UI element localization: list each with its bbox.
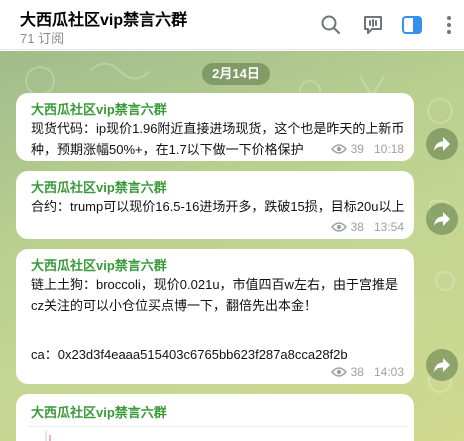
chat-header: 大西瓜社区vip禁言六群 71 订阅: [0, 0, 464, 50]
views-eye-icon: [330, 144, 347, 154]
share-button[interactable]: [426, 349, 458, 381]
message-meta: 38 13:54: [330, 220, 404, 234]
subscriber-count: 71 订阅: [20, 31, 65, 46]
message-bubble[interactable]: 大西瓜社区vip禁言六群 现货代码：ip现价1.96附近直接进场现货，这个也是昨…: [16, 93, 414, 161]
more-icon[interactable]: [436, 12, 462, 38]
sidebar-toggle-icon[interactable]: [399, 12, 425, 38]
message-text: 链上土狗：broccoli，现价0.021u，市值四百w左右，由于宫推是cz关注…: [31, 277, 398, 313]
share-button[interactable]: [426, 203, 458, 235]
contract-address-text: ca：0x23d3f4eaaa515403c6765bb623f287a8cca…: [31, 347, 348, 362]
view-count: 39: [350, 142, 364, 156]
message-meta: 39 10:18: [330, 142, 404, 156]
views-eye-icon: [330, 367, 347, 377]
image-preview[interactable]: [28, 426, 421, 441]
message-time: 13:54: [373, 220, 404, 234]
message-sender[interactable]: 大西瓜社区vip禁言六群: [31, 177, 167, 196]
message-sender[interactable]: 大西瓜社区vip禁言六群: [31, 255, 167, 274]
message-time: 14:03: [373, 365, 404, 379]
date-separator: 2月14日: [202, 63, 270, 85]
view-count: 38: [350, 365, 364, 379]
message-meta: 38 14:03: [330, 365, 404, 379]
message-time: 10:18: [373, 142, 404, 156]
share-arrow-icon: [434, 137, 450, 151]
share-arrow-icon: [434, 212, 450, 226]
channel-title[interactable]: 大西瓜社区vip禁言六群: [20, 6, 187, 30]
message-text: 合约：trump可以现价16.5-16进场开多，跌破15损，目标20u以上: [31, 199, 405, 214]
message-bubble[interactable]: 大西瓜社区vip禁言六群 链上土狗：broccoli，现价0.021u，市值四百…: [16, 249, 414, 384]
view-count: 38: [350, 220, 364, 234]
message-bubble[interactable]: 大西瓜社区vip禁言六群: [16, 394, 421, 441]
search-icon[interactable]: [318, 12, 344, 38]
views-eye-icon: [330, 222, 347, 232]
message-sender[interactable]: 大西瓜社区vip禁言六群: [31, 402, 167, 421]
share-button[interactable]: [426, 128, 458, 160]
share-arrow-icon: [434, 358, 450, 372]
message-list[interactable]: 2月14日 大西瓜社区vip禁言六群 现货代码：ip现价1.96附近直接进场现货…: [0, 51, 464, 441]
live-chat-icon[interactable]: [360, 12, 386, 38]
message-bubble[interactable]: 大西瓜社区vip禁言六群 合约：trump可以现价16.5-16进场开多，跌破1…: [16, 171, 414, 239]
message-sender[interactable]: 大西瓜社区vip禁言六群: [31, 99, 167, 118]
